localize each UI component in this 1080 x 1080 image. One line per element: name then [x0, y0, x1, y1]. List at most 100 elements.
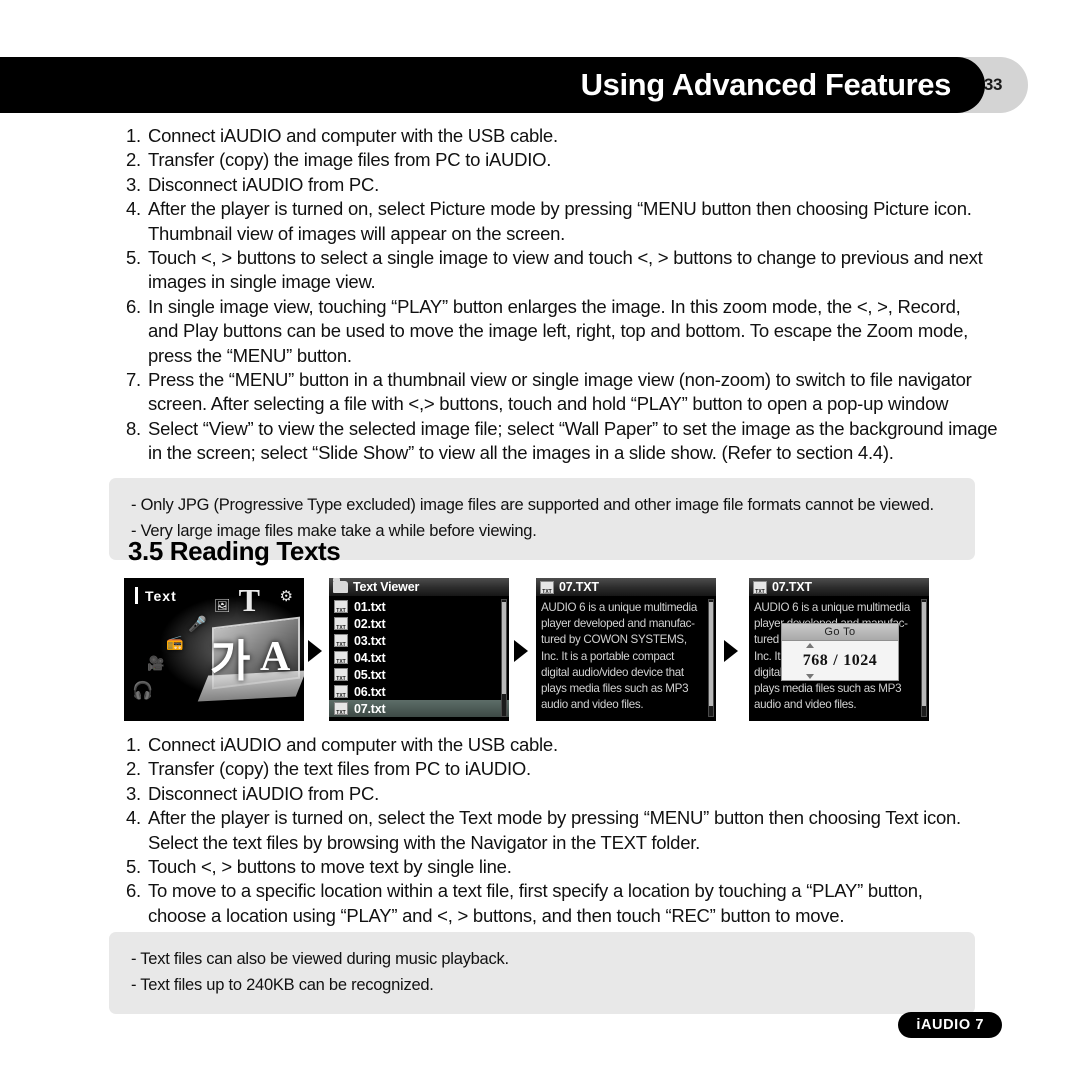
list-item-text: To move to a specific location within a …: [148, 879, 1016, 928]
text-line: plays media files such as MP3: [541, 682, 689, 696]
goto-current-page[interactable]: 768: [803, 642, 829, 679]
picture-steps-list: 1. Connect iAUDIO and computer with the …: [126, 124, 1016, 466]
list-item-number: 5.: [126, 856, 141, 878]
txt-file-icon: TXT: [753, 580, 767, 594]
file-name: 07.txt: [354, 701, 386, 716]
list-item: 6. To move to a specific location within…: [126, 879, 1016, 928]
line: Press the “MENU” button in a thumbnail v…: [148, 369, 972, 391]
device-screen-goto-dialog: TXT 07.TXT AUDIO 6 is a unique multimedi…: [749, 578, 929, 721]
list-item-text: After the player is turned on, select th…: [148, 806, 1016, 855]
mode-label: Text: [135, 587, 177, 604]
device-screen-mode-menu: 가 A Text ⚙ T 🖼 🎤 📻 🎥 🎧: [124, 578, 304, 721]
gear-icon[interactable]: ⚙: [280, 589, 293, 604]
list-item: 5. Touch <, > buttons to move text by si…: [126, 855, 1016, 879]
goto-dialog-value: 768 / 1024: [782, 641, 898, 680]
line: Transfer (copy) the image files from PC …: [148, 149, 552, 171]
list-item[interactable]: TXT 01.txt: [329, 598, 509, 615]
text-note-box: - Text files can also be viewed during m…: [109, 932, 975, 1014]
note-line: - Only JPG (Progressive Type excluded) i…: [131, 496, 934, 514]
list-item[interactable]: TXT 03.txt: [329, 632, 509, 649]
page-header: 33 Using Advanced Features: [0, 57, 1028, 113]
selection-caret-icon: [135, 587, 138, 604]
list-item-number: 4.: [126, 198, 141, 220]
scrollbar-thumb[interactable]: [922, 602, 926, 706]
goto-total-pages: 1024: [843, 651, 878, 669]
text-line: player developed and manufac-: [541, 617, 695, 631]
txt-file-icon: TXT: [540, 580, 554, 594]
line: In single image view, touching “PLAY” bu…: [148, 295, 961, 317]
list-item-number: 7.: [126, 369, 141, 391]
mode-label-text: Text: [145, 587, 177, 604]
line: Select “View” to view the selected image…: [148, 417, 998, 439]
list-item: 3. Disconnect iAUDIO from PC.: [126, 782, 1016, 806]
goto-dialog[interactable]: Go To 768 / 1024: [781, 623, 899, 681]
file-name: 03.txt: [354, 633, 386, 648]
txt-file-icon: TXT: [334, 702, 348, 715]
text-viewer-titlebar: TXT 07.TXT: [749, 578, 929, 597]
list-item-selected[interactable]: TXT 07.txt: [329, 700, 509, 717]
device-screen-file-browser: Text Viewer TXT 01.txt TXT 02.txt TXT 03…: [329, 578, 509, 721]
text-viewer-title: 07.TXT: [772, 580, 812, 594]
text-steps-list: 1. Connect iAUDIO and computer with the …: [126, 733, 1016, 928]
list-item-text: Press the “MENU” button in a thumbnail v…: [148, 368, 1016, 417]
line: Touch <, > buttons to move text by singl…: [148, 856, 512, 878]
file-name: 06.txt: [354, 684, 386, 699]
list-item: 8. Select “View” to view the selected im…: [126, 417, 1016, 466]
text-line: plays media files such as MP3: [754, 682, 902, 696]
line: Transfer (copy) the text files from PC t…: [148, 758, 531, 780]
big-t-icon[interactable]: T: [239, 584, 260, 616]
list-item[interactable]: TXT 02.txt: [329, 615, 509, 632]
list-item: 5. Touch <, > buttons to select a single…: [126, 246, 1016, 295]
radio-icon[interactable]: 📻: [166, 635, 183, 649]
page-title: Using Advanced Features: [580, 67, 952, 102]
list-item[interactable]: TXT 04.txt: [329, 649, 509, 666]
line: Disconnect iAUDIO from PC.: [148, 173, 379, 195]
scrollbar[interactable]: [708, 599, 714, 717]
list-item-number: 2.: [126, 149, 141, 171]
folder-icon: [333, 578, 348, 593]
list-item: 2. Transfer (copy) the text files from P…: [126, 757, 1016, 781]
list-item-text: Disconnect iAUDIO from PC.: [148, 173, 1016, 197]
txt-file-icon: TXT: [334, 634, 348, 647]
latin-glyph: A: [260, 634, 291, 680]
text-viewer-body: AUDIO 6 is a unique multimedia player de…: [536, 597, 716, 721]
list-item: 7. Press the “MENU” button in a thumbnai…: [126, 368, 1016, 417]
manual-page: 33 Using Advanced Features 1. Connect iA…: [0, 0, 1080, 1080]
file-list: TXT 01.txt TXT 02.txt TXT 03.txt TXT 04.…: [329, 597, 509, 721]
line: Select the text files by browsing with t…: [148, 831, 701, 853]
device-screenshot-strip: 가 A Text ⚙ T 🖼 🎤 📻 🎥 🎧 Text Viewer TXT 0…: [124, 578, 954, 721]
list-item: 3. Disconnect iAUDIO from PC.: [126, 173, 1016, 197]
list-item-number: 3.: [126, 173, 141, 195]
camcorder-icon[interactable]: 🎥: [147, 656, 164, 670]
picture-icon[interactable]: 🖼: [214, 599, 231, 612]
device-screen-text-viewer: TXT 07.TXT AUDIO 6 is a unique multimedi…: [536, 578, 716, 721]
list-item-text: Transfer (copy) the image files from PC …: [148, 148, 1016, 172]
header-bar: Using Advanced Features: [0, 57, 985, 113]
list-item[interactable]: TXT 06.txt: [329, 683, 509, 700]
text-line: AUDIO 6 is a unique multimedia: [541, 601, 697, 614]
scrollbar[interactable]: [501, 599, 507, 717]
text-line: Inc. It is a portable compact: [541, 649, 675, 663]
text-line: audio and video files.: [754, 698, 857, 712]
scrollbar[interactable]: [921, 599, 927, 717]
scrollbar-thumb[interactable]: [709, 602, 713, 706]
list-item-text: Disconnect iAUDIO from PC.: [148, 782, 1016, 806]
line: Touch <, > buttons to select a single im…: [148, 247, 983, 269]
text-viewer-titlebar: TXT 07.TXT: [536, 578, 716, 597]
line: After the player is turned on, select Pi…: [148, 198, 972, 220]
text-line: tured by COWON SYSTEMS,: [541, 633, 687, 647]
microphone-icon[interactable]: 🎤: [188, 617, 207, 632]
headphones-icon[interactable]: 🎧: [132, 682, 153, 699]
goto-dialog-title: Go To: [782, 624, 898, 641]
line: Disconnect iAUDIO from PC.: [148, 782, 379, 804]
file-name: 02.txt: [354, 616, 386, 631]
list-item: 6. In single image view, touching “PLAY”…: [126, 295, 1016, 368]
list-item-number: 1.: [126, 734, 141, 755]
file-browser-title: Text Viewer: [353, 580, 420, 594]
list-item: 4. After the player is turned on, select…: [126, 197, 1016, 246]
scrollbar-thumb[interactable]: [502, 602, 506, 694]
list-item-number: 6.: [126, 295, 141, 317]
line: Connect iAUDIO and computer with the USB…: [148, 125, 558, 146]
line: press the “MENU” button.: [148, 344, 352, 366]
list-item[interactable]: TXT 05.txt: [329, 666, 509, 683]
